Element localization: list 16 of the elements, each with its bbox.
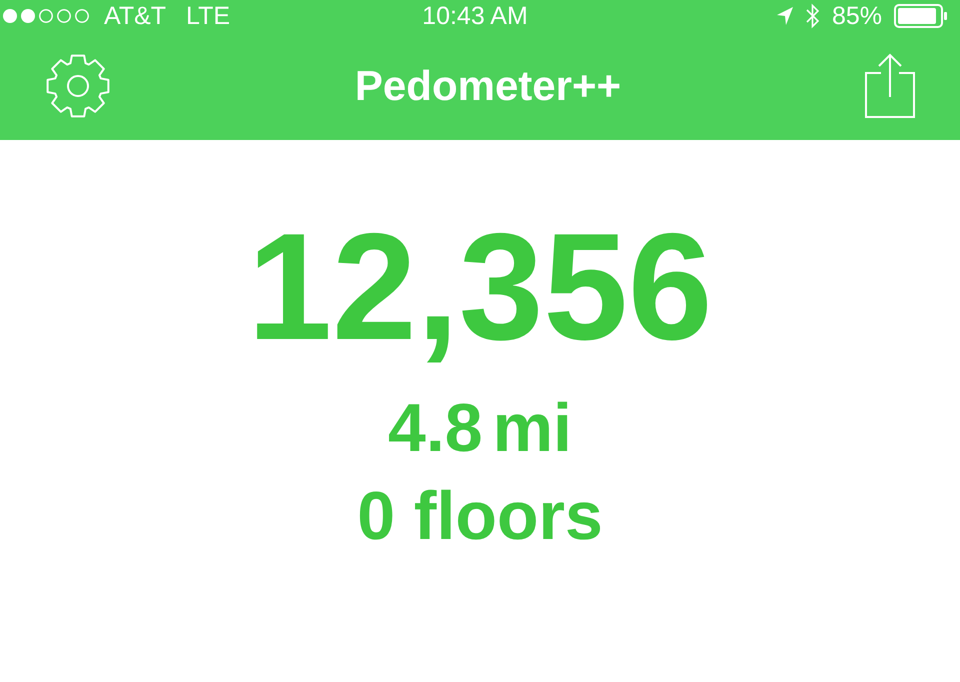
app-title: Pedometer++	[354, 62, 622, 110]
battery-percentage: 85%	[832, 2, 882, 30]
distance-unit: mi	[492, 389, 572, 468]
settings-button[interactable]	[44, 52, 112, 120]
battery-icon	[894, 4, 948, 28]
distance-value: 4.8	[388, 389, 483, 468]
share-button[interactable]	[864, 53, 916, 119]
carrier-name: AT&T	[104, 2, 166, 30]
floors-count: 0 floors	[357, 477, 603, 556]
share-icon	[864, 53, 916, 119]
network-type: LTE	[186, 2, 230, 30]
settings-icon	[44, 52, 112, 120]
step-count: 12,356	[248, 212, 712, 362]
clock-time: 10:43 AM	[422, 2, 528, 30]
bluetooth-icon	[806, 3, 820, 29]
location-arrow-icon	[776, 6, 794, 26]
